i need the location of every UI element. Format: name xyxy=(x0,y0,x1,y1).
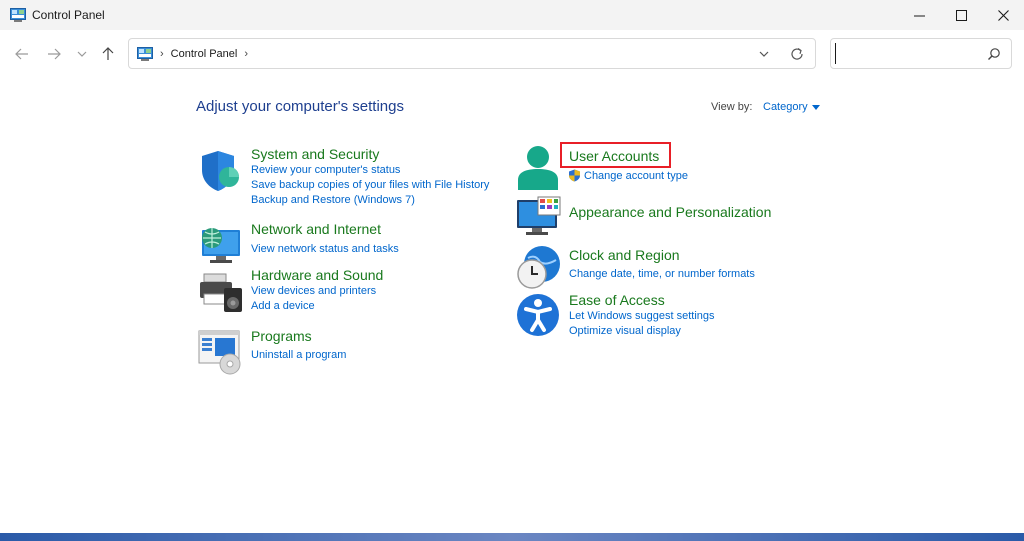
category-name[interactable]: User Accounts xyxy=(569,148,659,164)
category-network-internet: Network and Internet View network status… xyxy=(198,221,498,264)
category-name[interactable]: System and Security xyxy=(251,146,379,162)
content-area: Adjust your computer's settings View by:… xyxy=(0,78,1024,541)
window-title: Control Panel xyxy=(32,8,105,22)
category-name[interactable]: Programs xyxy=(251,328,312,344)
link-add-device[interactable]: Add a device xyxy=(251,300,315,312)
printer-speaker-icon xyxy=(200,273,242,312)
uac-shield-icon xyxy=(569,169,580,182)
view-by-dropdown[interactable]: Category xyxy=(763,101,808,113)
view-by-label: View by: xyxy=(711,101,753,113)
user-icon xyxy=(518,146,558,190)
close-button[interactable] xyxy=(980,0,1024,30)
caret-down-icon[interactable] xyxy=(812,105,820,110)
programs-icon xyxy=(198,330,241,375)
category-ease-of-access: Ease of Access Let Windows suggest setti… xyxy=(516,292,816,342)
accessibility-icon xyxy=(517,294,559,336)
up-button[interactable] xyxy=(96,42,120,66)
link-uninstall-program[interactable]: Uninstall a program xyxy=(251,349,346,361)
link-review-status[interactable]: Review your computer's status xyxy=(251,164,400,176)
minimize-icon xyxy=(913,15,925,16)
link-network-status[interactable]: View network status and tasks xyxy=(251,243,399,255)
minimize-button[interactable] xyxy=(896,0,942,30)
desktop-background-strip xyxy=(0,533,1024,541)
category-system-security: System and Security Review your computer… xyxy=(198,146,498,214)
search-box[interactable] xyxy=(830,38,1012,69)
category-name[interactable]: Network and Internet xyxy=(251,221,381,237)
category-name[interactable]: Appearance and Personalization xyxy=(569,204,771,220)
monitor-palette-icon xyxy=(517,196,561,235)
category-user-accounts: User Accounts Change account type xyxy=(516,142,816,194)
arrow-right-icon xyxy=(48,48,61,60)
recent-locations-button[interactable] xyxy=(70,42,94,66)
close-icon xyxy=(997,9,1009,21)
forward-button[interactable] xyxy=(42,42,66,66)
category-name[interactable]: Hardware and Sound xyxy=(251,267,383,283)
category-appearance: Appearance and Personalization xyxy=(516,196,816,238)
page-title: Adjust your computer's settings xyxy=(196,98,404,115)
arrow-left-icon xyxy=(15,48,28,60)
refresh-icon[interactable] xyxy=(789,46,805,62)
category-programs: Programs Uninstall a program xyxy=(198,328,498,375)
breadcrumb-separator[interactable]: › xyxy=(244,48,248,60)
search-icon[interactable] xyxy=(987,47,1001,61)
chevron-down-icon[interactable] xyxy=(757,47,771,61)
shield-icon xyxy=(202,151,239,191)
category-name[interactable]: Ease of Access xyxy=(569,292,665,308)
category-clock-region: Clock and Region Change date, time, or n… xyxy=(516,244,816,289)
back-button[interactable] xyxy=(10,42,34,66)
link-file-history[interactable]: Save backup copies of your files with Fi… xyxy=(251,179,489,191)
breadcrumb-control-panel[interactable]: Control Panel xyxy=(171,48,238,60)
link-devices-printers[interactable]: View devices and printers xyxy=(251,285,376,297)
arrow-up-icon xyxy=(102,47,114,60)
maximize-button[interactable] xyxy=(938,0,984,30)
link-change-account-type[interactable]: Change account type xyxy=(584,170,688,182)
clock-globe-icon xyxy=(517,246,560,289)
category-hardware-sound: Hardware and Sound View devices and prin… xyxy=(198,267,498,316)
link-suggest-settings[interactable]: Let Windows suggest settings xyxy=(569,310,715,322)
category-name[interactable]: Clock and Region xyxy=(569,247,680,263)
chevron-down-icon xyxy=(77,51,87,57)
link-date-time-formats[interactable]: Change date, time, or number formats xyxy=(569,268,755,280)
link-backup-restore[interactable]: Backup and Restore (Windows 7) xyxy=(251,194,415,206)
control-panel-icon xyxy=(137,46,153,61)
link-optimize-visual[interactable]: Optimize visual display xyxy=(569,325,681,337)
breadcrumb-separator[interactable]: › xyxy=(160,48,164,60)
globe-monitor-icon xyxy=(202,228,240,263)
maximize-icon xyxy=(955,9,967,21)
title-bar: Control Panel xyxy=(0,0,1024,30)
control-panel-icon xyxy=(10,8,26,22)
address-bar[interactable]: › Control Panel › xyxy=(128,38,816,69)
navigation-bar: › Control Panel › xyxy=(0,30,1024,78)
search-input[interactable] xyxy=(835,43,985,64)
